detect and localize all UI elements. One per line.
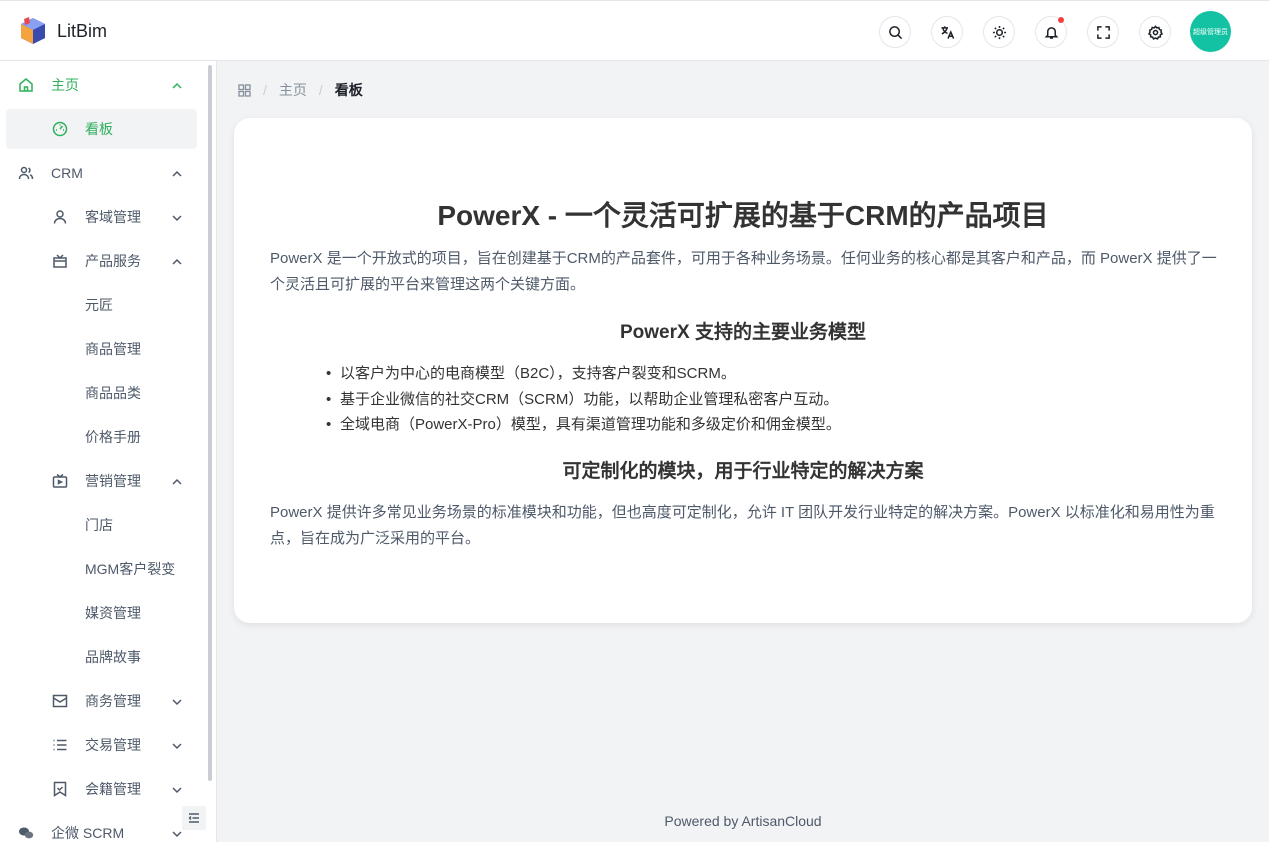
user-icon: [52, 209, 68, 225]
theme-toggle-button[interactable]: [983, 16, 1015, 48]
breadcrumb-current: 看板: [334, 82, 363, 98]
content-card: PowerX - 一个灵活可扩展的基于CRM的产品项目 PowerX 是一个开放…: [234, 118, 1252, 623]
apps-icon: [238, 83, 251, 97]
top-header: LitBim 超级管理员: [0, 0, 1269, 61]
list-item: 基于企业微信的社交CRM（SCRM）功能，以帮助企业管理私密客户互动。: [326, 387, 841, 413]
sidebar-item-brand-story[interactable]: 品牌故事: [6, 637, 197, 677]
mail-icon: [52, 693, 68, 709]
sidebar-item-business[interactable]: 商务管理: [6, 681, 197, 721]
chevron-down-icon: [171, 739, 183, 751]
search-icon: [888, 25, 902, 39]
sidebar-item-label: 元匠: [85, 297, 113, 313]
tv-icon: [52, 473, 68, 489]
sidebar-item-label: 看板: [85, 121, 113, 137]
sidebar-item-trade[interactable]: 交易管理: [6, 725, 197, 765]
users-icon: [18, 165, 34, 181]
home-icon: [18, 77, 34, 93]
sidebar-item-label: 企微 SCRM: [51, 825, 125, 841]
user-avatar[interactable]: 超级管理员: [1190, 11, 1231, 52]
sidebar-item-product-service[interactable]: 产品服务: [6, 241, 197, 281]
list-icon: [52, 737, 68, 753]
list-item: 全域电商（PowerX-Pro）模型，具有渠道管理功能和多级定价和佣金模型。: [326, 412, 841, 438]
sidebar-item-dashboard[interactable]: 看板: [6, 109, 197, 149]
sidebar-item-label: 品牌故事: [85, 649, 141, 665]
bookmark-icon: [52, 781, 68, 797]
sidebar-item-label: 商务管理: [85, 693, 141, 709]
footer-text: Powered by ArtisanCloud: [664, 813, 822, 829]
sidebar-item-store[interactable]: 门店: [6, 505, 197, 545]
sidebar-item-media[interactable]: 媒资管理: [6, 593, 197, 633]
intro-paragraph: PowerX 是一个开放式的项目，旨在创建基于CRM的产品套件，可用于各种业务场…: [270, 250, 1217, 293]
breadcrumb-separator: /: [263, 82, 267, 98]
sidebar-item-label: 主页: [51, 77, 79, 93]
breadcrumb-home[interactable]: 主页: [279, 80, 307, 100]
sidebar-scrollbar[interactable]: [208, 65, 212, 781]
notifications-button[interactable]: [1035, 16, 1067, 48]
sidebar-item-label: 价格手册: [85, 429, 141, 445]
modules-paragraph: PowerX 提供许多常见业务场景的标准模块和功能，但也高度可定制化，允许 IT…: [270, 504, 1215, 547]
chevron-down-icon: [171, 211, 183, 223]
collapse-icon: [188, 813, 199, 823]
brand-name: LitBim: [57, 21, 108, 41]
sidebar-item-product-category[interactable]: 商品品类: [6, 373, 197, 413]
chevron-up-icon: [171, 167, 183, 179]
sidebar-item-crm[interactable]: CRM: [6, 153, 197, 193]
language-button[interactable]: [931, 16, 963, 48]
sidebar-item-label: 媒资管理: [85, 605, 141, 621]
breadcrumb: / 主页 / 看板: [238, 81, 363, 99]
chevron-up-icon: [171, 475, 183, 487]
theme-icon: [992, 25, 1006, 39]
settings-button[interactable]: [1139, 16, 1171, 48]
sidebar-item-label: 门店: [85, 517, 113, 533]
sidebar-item-label: 会籍管理: [85, 781, 141, 797]
breadcrumb-separator: /: [318, 82, 323, 98]
sidebar-item-label: 商品品类: [85, 385, 141, 401]
sidebar-item-label: 交易管理: [85, 737, 141, 753]
sidebar-item-mgm[interactable]: MGM客户裂变: [6, 549, 197, 589]
wechat-icon: [18, 825, 34, 841]
fullscreen-button[interactable]: [1087, 16, 1119, 48]
sidebar-item-product-mgmt[interactable]: 商品管理: [6, 329, 197, 369]
collapse-sidebar-button[interactable]: [182, 806, 206, 830]
gift-icon: [52, 253, 68, 269]
sidebar-item-home[interactable]: 主页: [6, 65, 197, 105]
chevron-down-icon: [171, 695, 183, 707]
sidebar-item-customer-domain[interactable]: 客域管理: [6, 197, 197, 237]
sidebar: 主页 看板 CRM 客域管理 产品服务 元匠 商品管理 商品品类 价格手册 营销…: [0, 61, 217, 842]
fullscreen-icon: [1096, 25, 1110, 39]
chevron-down-icon: [171, 783, 183, 795]
sidebar-item-label: 营销管理: [85, 473, 141, 489]
sidebar-item-label: 产品服务: [85, 253, 141, 269]
chevron-up-icon: [171, 255, 183, 267]
sidebar-item-label: 商品管理: [85, 341, 141, 357]
notification-dot: [1058, 17, 1064, 23]
models-list: 以客户为中心的电商模型（B2C），支持客户裂变和SCRM。 基于企业微信的社交C…: [326, 361, 841, 438]
translate-icon: [940, 25, 954, 39]
sidebar-item-price-book[interactable]: 价格手册: [6, 417, 197, 457]
bell-icon: [1044, 26, 1058, 39]
settings-icon: [1147, 24, 1163, 40]
dashboard-icon: [52, 121, 68, 137]
sidebar-item-membership[interactable]: 会籍管理: [6, 769, 197, 809]
list-item: 以客户为中心的电商模型（B2C），支持客户裂变和SCRM。: [326, 361, 841, 387]
search-button[interactable]: [879, 16, 911, 48]
page-title: PowerX - 一个灵活可扩展的基于CRM的产品项目: [437, 200, 1049, 231]
chevron-up-icon: [171, 79, 183, 91]
litbim-logo-icon[interactable]: [18, 16, 48, 46]
models-heading: PowerX 支持的主要业务模型: [620, 322, 866, 343]
sidebar-item-wecom-scrm[interactable]: 企微 SCRM: [6, 813, 197, 842]
sidebar-item-label: MGM客户裂变: [85, 561, 176, 577]
sidebar-item-label: 客域管理: [85, 209, 141, 225]
sidebar-item-yuanjiang[interactable]: 元匠: [6, 285, 197, 325]
sidebar-item-marketing[interactable]: 营销管理: [6, 461, 197, 501]
modules-heading: 可定制化的模块，用于行业特定的解决方案: [562, 461, 924, 482]
sidebar-item-label: CRM: [51, 165, 83, 181]
